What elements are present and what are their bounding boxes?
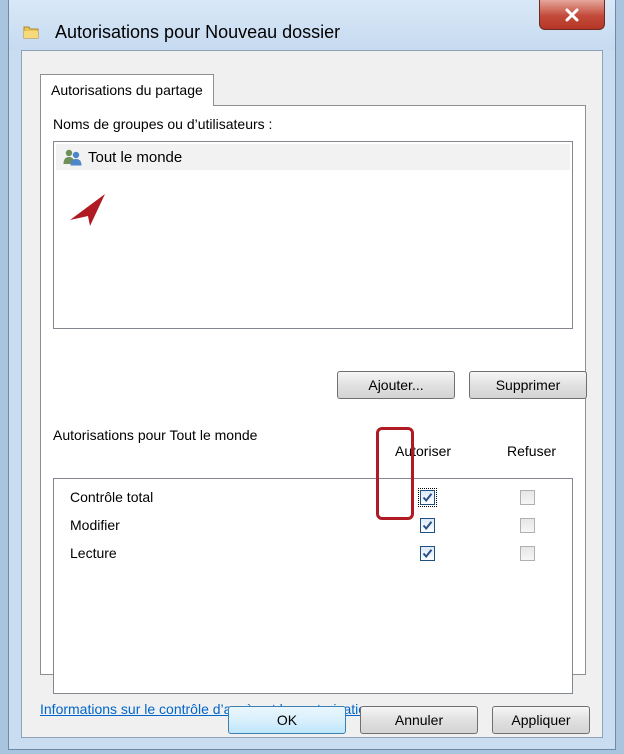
list-item[interactable]: Tout le monde (56, 144, 570, 170)
tab-sharing-permissions[interactable]: Autorisations du partage (40, 74, 214, 106)
folder-icon (23, 26, 39, 39)
list-item-label: Tout le monde (88, 148, 183, 166)
allow-read-checkbox[interactable] (420, 546, 435, 561)
close-button[interactable] (539, 0, 605, 30)
permissions-table: Contrôle total Modifier Lecture (53, 478, 573, 694)
red-highlight-annotation (376, 427, 414, 520)
table-row: Contrôle total (54, 485, 572, 513)
ok-button[interactable]: OK (228, 706, 346, 734)
add-button[interactable]: Ajouter... (337, 371, 455, 399)
permission-name: Contrôle total (70, 489, 154, 505)
checkmark-icon (422, 493, 433, 503)
deny-modify-checkbox[interactable] (520, 518, 535, 533)
tab-panel: Noms de groupes ou d’utilisateurs : Tout… (40, 105, 587, 694)
deny-header: Refuser (507, 443, 557, 459)
permission-name: Modifier (70, 517, 120, 533)
checkmark-icon (422, 521, 433, 531)
red-arrow-annotation (70, 194, 105, 226)
table-row: Modifier (54, 513, 572, 541)
dialog-client: Autorisations du partage Noms de groupes… (21, 50, 603, 738)
close-icon (565, 8, 579, 21)
apply-button[interactable]: Appliquer (492, 706, 590, 734)
allow-modify-checkbox[interactable] (420, 518, 435, 533)
permission-name: Lecture (70, 545, 117, 561)
permissions-label: Autorisations pour Tout le monde (53, 427, 258, 443)
groups-label: Noms de groupes ou d’utilisateurs : (53, 116, 273, 132)
permissions-dialog: Autorisations pour Nouveau dossier Autor… (8, 0, 616, 750)
checkmark-icon (422, 549, 433, 559)
remove-button[interactable]: Supprimer (469, 371, 587, 399)
table-row: Lecture (54, 541, 572, 569)
cancel-button[interactable]: Annuler (360, 706, 478, 734)
deny-read-checkbox[interactable] (520, 546, 535, 561)
users-icon (63, 149, 82, 166)
deny-full-control-checkbox[interactable] (520, 490, 535, 505)
groups-listbox[interactable]: Tout le monde (53, 141, 573, 329)
window-title: Autorisations pour Nouveau dossier (55, 22, 341, 42)
title-bar[interactable]: Autorisations pour Nouveau dossier (9, 0, 615, 50)
allow-full-control-checkbox[interactable] (418, 488, 437, 507)
